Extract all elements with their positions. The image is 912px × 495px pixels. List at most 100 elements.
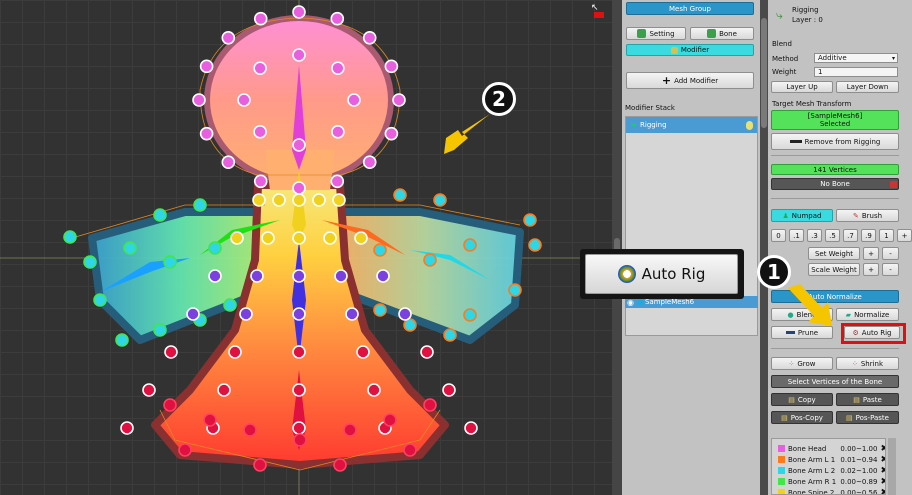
paste-button[interactable]: ▤ Paste <box>836 393 899 406</box>
mesh-vertex[interactable] <box>253 61 267 75</box>
grow-button[interactable]: ⁘ Grow <box>771 357 833 370</box>
mesh-vertex[interactable] <box>334 269 348 283</box>
bone-list-item[interactable]: Bone Arm L 2 0.02~1.00✖ <box>778 465 885 476</box>
visibility-bulb-icon[interactable] <box>746 120 753 130</box>
mesh-vertex[interactable] <box>292 345 306 359</box>
shrink-button[interactable]: ⁘ Shrink <box>836 357 899 370</box>
mesh-vertex[interactable] <box>221 30 236 45</box>
mesh-vertex[interactable] <box>93 293 107 307</box>
mesh-vertex[interactable] <box>312 193 326 207</box>
set-weight-button[interactable]: Set Weight <box>808 247 860 260</box>
numpad-key[interactable]: .9 <box>861 229 876 242</box>
remove-from-rigging-button[interactable]: Remove from Rigging <box>771 133 899 150</box>
mesh-vertex[interactable] <box>292 193 306 207</box>
method-select[interactable]: Additive ▾ <box>814 53 898 63</box>
bone-list-item[interactable]: Bone Head 0.00~1.00✖ <box>778 443 885 454</box>
weight-plus-button[interactable]: + <box>863 247 879 260</box>
mesh-vertex[interactable] <box>292 307 306 321</box>
mesh-vertex[interactable] <box>237 93 251 107</box>
tab-mesh-group[interactable]: Mesh Group <box>626 2 754 15</box>
mesh-vertex[interactable] <box>420 345 434 359</box>
layer-down-button[interactable]: Layer Down <box>836 81 899 93</box>
mesh-vertex[interactable] <box>362 30 377 45</box>
mesh-vertex[interactable] <box>292 5 306 19</box>
numpad-key[interactable]: 1 <box>879 229 894 242</box>
mesh-vertex[interactable] <box>228 345 242 359</box>
modifier-button[interactable]: Modifier <box>626 44 754 56</box>
mesh-vertex[interactable] <box>345 307 359 321</box>
mesh-vertex[interactable] <box>243 423 257 437</box>
pos-paste-button[interactable]: ▤ Pos-Paste <box>836 411 899 424</box>
mesh-vertex[interactable] <box>442 383 456 397</box>
mesh-vertex[interactable] <box>250 269 264 283</box>
mesh-vertex[interactable] <box>83 255 97 269</box>
mesh-vertex[interactable] <box>356 345 370 359</box>
mesh-vertex[interactable] <box>403 443 417 457</box>
select-vertices-of-bone-button[interactable]: Select Vertices of the Bone <box>771 375 899 388</box>
numpad-plus-button[interactable]: + <box>897 229 912 242</box>
mesh-vertex[interactable] <box>523 213 537 227</box>
mesh-vertex[interactable] <box>367 383 381 397</box>
bone-list-item[interactable]: Bone Arm L 1 0.01~0.94✖ <box>778 454 885 465</box>
mesh-vertex[interactable] <box>203 413 217 427</box>
mesh-vertex[interactable] <box>331 61 345 75</box>
mesh-vertex[interactable] <box>392 93 406 107</box>
mesh-vertex[interactable] <box>199 126 214 141</box>
mesh-vertex[interactable] <box>433 193 447 207</box>
remove-bone-icon[interactable]: ✖ <box>880 444 885 454</box>
mesh-vertex[interactable] <box>376 269 390 283</box>
mesh-vertex[interactable] <box>393 188 407 202</box>
mesh-vertex[interactable] <box>463 308 477 322</box>
mesh-vertex[interactable] <box>292 421 306 435</box>
mesh-vertex[interactable] <box>331 125 345 139</box>
mesh-vertex[interactable] <box>332 193 346 207</box>
mesh-vertex[interactable] <box>443 328 457 342</box>
mesh-viewport[interactable]: ↖ <box>0 0 612 495</box>
layer-up-button[interactable]: Layer Up <box>771 81 833 93</box>
mesh-vertex[interactable] <box>221 155 236 170</box>
mesh-vertex[interactable] <box>330 174 345 189</box>
mesh-vertex[interactable] <box>292 181 306 195</box>
bone-list-scrollbar[interactable] <box>888 438 896 495</box>
scale-minus-button[interactable]: - <box>882 263 899 276</box>
add-modifier-button[interactable]: + Add Modifier <box>626 72 754 89</box>
mesh-vertex[interactable] <box>384 59 399 74</box>
mesh-vertex[interactable] <box>323 231 337 245</box>
setting-button[interactable]: Setting <box>626 27 686 40</box>
mesh-vertex[interactable] <box>293 433 307 447</box>
mesh-vertex[interactable] <box>330 11 345 26</box>
mesh-vertex[interactable] <box>208 269 222 283</box>
mesh-vertex[interactable] <box>252 193 266 207</box>
modifier-stack-item[interactable]: ⤷ Rigging <box>626 117 757 133</box>
mesh-vertex[interactable] <box>528 238 542 252</box>
mesh-vertex[interactable] <box>63 230 77 244</box>
mesh-vertex[interactable] <box>253 11 268 26</box>
mesh-vertex[interactable] <box>292 138 306 152</box>
scale-weight-button[interactable]: Scale Weight <box>808 263 860 276</box>
copy-button[interactable]: ▤ Copy <box>771 393 833 406</box>
mesh-vertex[interactable] <box>163 255 177 269</box>
remove-bone-icon[interactable]: ✖ <box>880 488 885 495</box>
mesh-vertex[interactable] <box>423 253 437 267</box>
numpad-key[interactable]: .5 <box>825 229 840 242</box>
mesh-vertex[interactable] <box>463 238 477 252</box>
mesh-vertex[interactable] <box>199 59 214 74</box>
mesh-vertex[interactable] <box>163 398 177 412</box>
mesh-vertex[interactable] <box>253 174 268 189</box>
normalize-button[interactable]: ▰ Normalize <box>836 308 899 321</box>
mesh-vertex[interactable] <box>423 398 437 412</box>
mesh-vertex[interactable] <box>347 93 361 107</box>
mesh-vertex[interactable] <box>464 421 478 435</box>
mesh-vertex[interactable] <box>142 383 156 397</box>
mesh-vertex[interactable] <box>292 48 306 62</box>
numpad-key[interactable]: 0 <box>771 229 786 242</box>
mesh-vertex[interactable] <box>333 458 347 472</box>
pos-copy-button[interactable]: ▤ Pos-Copy <box>771 411 833 424</box>
mesh-vertex[interactable] <box>373 243 387 257</box>
remove-bone-icon[interactable]: ✖ <box>880 455 885 465</box>
weight-minus-button[interactable]: - <box>882 247 899 260</box>
mesh-vertex[interactable] <box>261 231 275 245</box>
mesh-vertex[interactable] <box>120 421 134 435</box>
mesh-vertex[interactable] <box>292 383 306 397</box>
bone-button[interactable]: Bone <box>690 27 754 40</box>
